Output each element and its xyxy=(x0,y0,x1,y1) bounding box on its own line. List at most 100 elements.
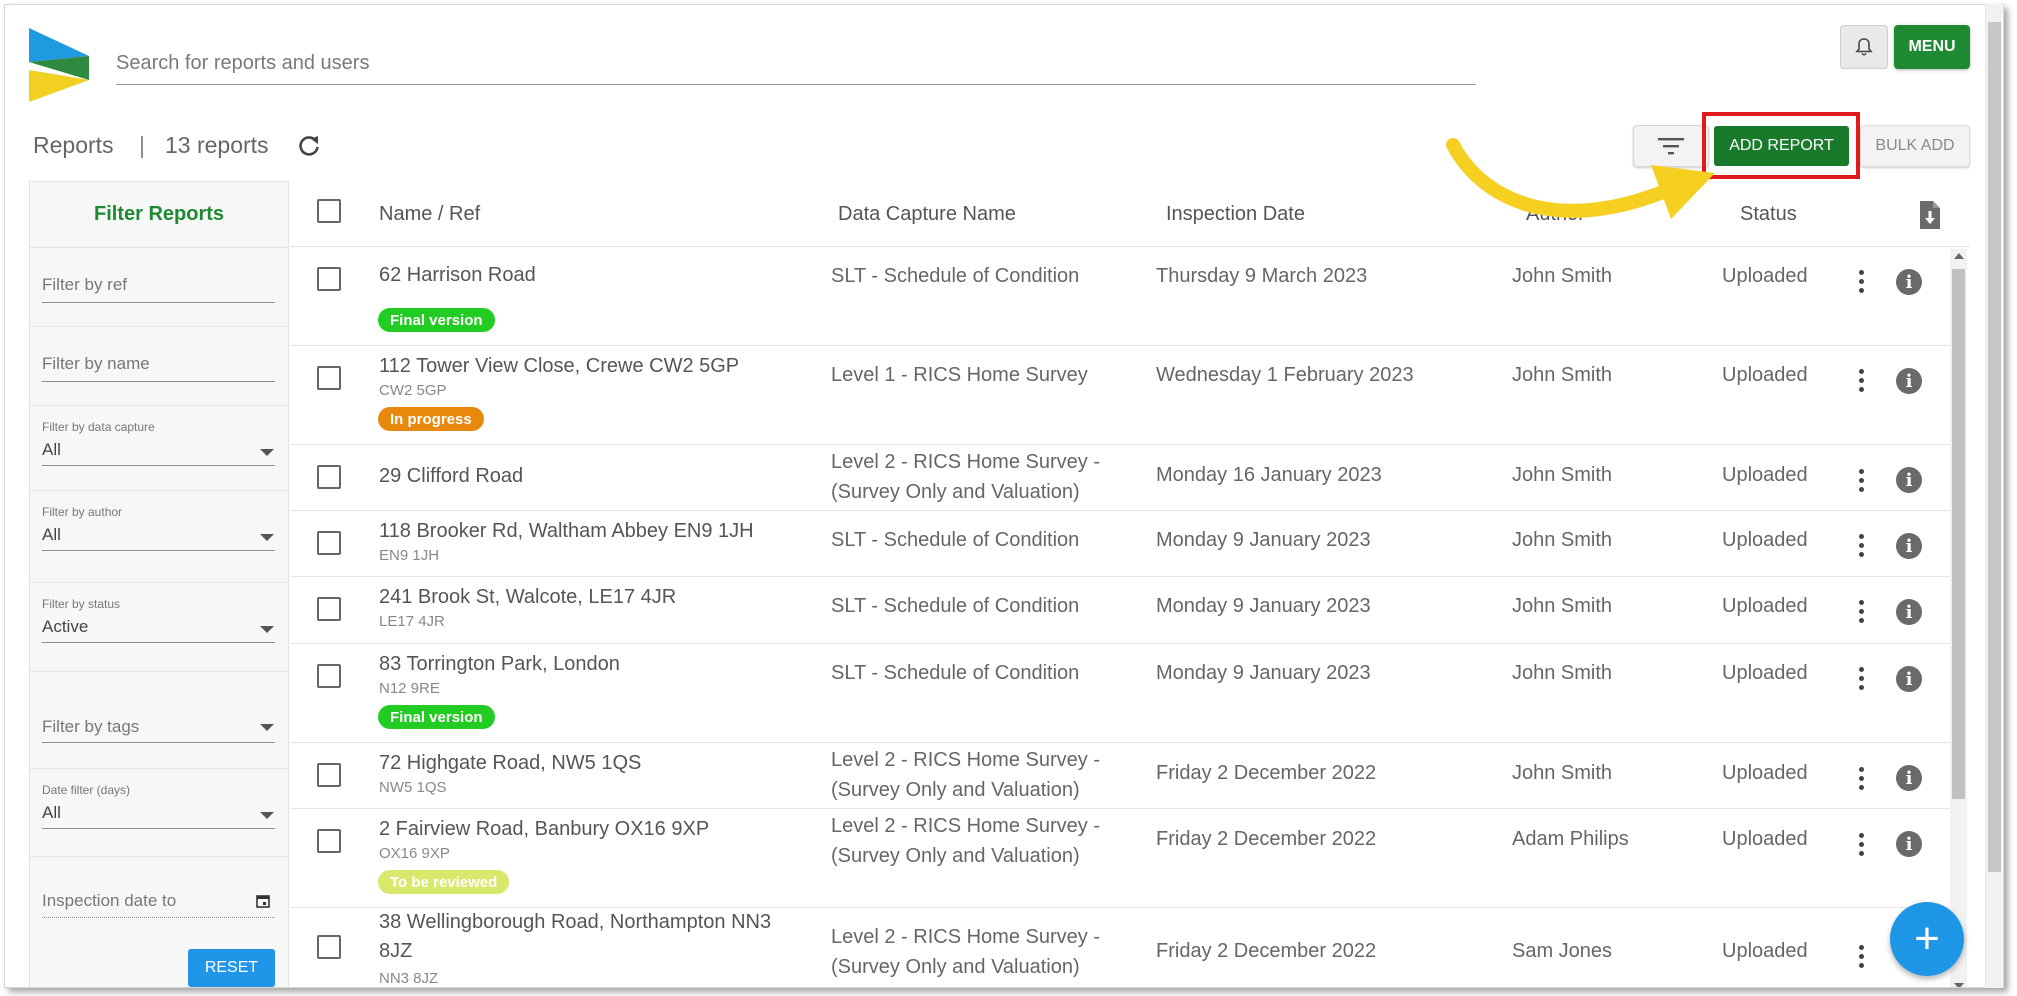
filter-date-underline xyxy=(42,828,275,829)
scroll-thumb[interactable] xyxy=(1952,269,1965,799)
table-row[interactable]: 118 Brooker Rd, Waltham Abbey EN9 1JH EN… xyxy=(290,511,1950,577)
info-icon[interactable]: i xyxy=(1896,533,1922,559)
download-icon[interactable] xyxy=(1918,200,1942,230)
report-name[interactable]: 2 Fairview Road, Banbury OX16 9XP xyxy=(379,815,799,844)
filter-author-label: Filter by author xyxy=(42,505,123,519)
info-icon[interactable]: i xyxy=(1896,269,1922,295)
more-options-icon[interactable] xyxy=(1857,767,1865,794)
filter-name-input[interactable]: Filter by name xyxy=(42,354,150,374)
filter-status-value[interactable]: Active xyxy=(42,617,88,637)
table-row[interactable]: 72 Highgate Road, NW5 1QS NW5 1QS Level … xyxy=(290,743,1950,809)
report-name[interactable]: 83 Torrington Park, London xyxy=(379,650,799,679)
report-status: Uploaded xyxy=(1722,595,1808,617)
report-name[interactable]: 38 Wellingborough Road, Northampton NN3 … xyxy=(379,908,799,966)
report-ref: OX16 9XP xyxy=(379,845,450,862)
report-name[interactable]: 241 Brook St, Walcote, LE17 4JR xyxy=(379,583,799,612)
row-checkbox[interactable] xyxy=(317,531,341,555)
scroll-down-arrow-icon[interactable] xyxy=(1954,983,1964,987)
filter-status-block[interactable]: Filter by status Active xyxy=(30,583,288,672)
select-all-checkbox[interactable] xyxy=(317,199,341,223)
more-options-icon[interactable] xyxy=(1857,469,1865,496)
report-name[interactable]: 62 Harrison Road xyxy=(379,261,799,290)
data-capture-name: SLT - Schedule of Condition xyxy=(831,265,1080,287)
more-options-icon[interactable] xyxy=(1857,369,1865,396)
report-ref: NN3 8JZ xyxy=(379,970,439,987)
table-row[interactable]: 241 Brook St, Walcote, LE17 4JR LE17 4JR… xyxy=(290,577,1950,644)
scroll-up-arrow-icon[interactable] xyxy=(1954,253,1964,259)
chevron-down-icon xyxy=(260,724,274,731)
filter-author-value[interactable]: All xyxy=(42,525,61,545)
report-name[interactable]: 112 Tower View Close, Crewe CW2 5GP xyxy=(379,352,799,381)
inspection-date-input[interactable]: Inspection date to xyxy=(42,891,176,911)
add-fab-button[interactable]: + xyxy=(1890,902,1964,976)
filter-tags-underline xyxy=(42,742,275,743)
column-header-status[interactable]: Status xyxy=(1740,203,1797,226)
row-checkbox[interactable] xyxy=(317,935,341,959)
row-checkbox[interactable] xyxy=(317,763,341,787)
filter-status-underline xyxy=(42,642,275,643)
filter-ref-input[interactable]: Filter by ref xyxy=(42,275,127,295)
report-name[interactable]: 72 Highgate Road, NW5 1QS xyxy=(379,749,799,778)
more-options-icon[interactable] xyxy=(1857,270,1865,297)
filter-data-capture-value[interactable]: All xyxy=(42,440,61,460)
inspection-date-block[interactable]: Inspection date to xyxy=(30,857,288,937)
data-capture-name: SLT - Schedule of Condition xyxy=(831,529,1080,551)
more-options-icon[interactable] xyxy=(1857,600,1865,627)
search-bar[interactable] xyxy=(116,43,1476,85)
more-options-icon[interactable] xyxy=(1857,534,1865,561)
window-scrollbar[interactable] xyxy=(1985,4,2002,988)
row-checkbox[interactable] xyxy=(317,267,341,291)
more-options-icon[interactable] xyxy=(1857,945,1865,972)
filter-tags-input[interactable]: Filter by tags xyxy=(42,717,139,737)
table-row[interactable]: 2 Fairview Road, Banbury OX16 9XP OX16 9… xyxy=(290,809,1950,908)
data-capture-name: Level 2 - RICS Home Survey - (Survey Onl… xyxy=(831,451,1100,503)
row-checkbox[interactable] xyxy=(317,465,341,489)
info-icon[interactable]: i xyxy=(1896,467,1922,493)
row-checkbox[interactable] xyxy=(317,366,341,390)
notifications-button[interactable] xyxy=(1840,25,1888,69)
column-header-inspection-date[interactable]: Inspection Date xyxy=(1166,203,1305,226)
menu-button[interactable]: MENU xyxy=(1894,25,1970,69)
info-icon[interactable]: i xyxy=(1896,831,1922,857)
column-header-author[interactable]: Author xyxy=(1526,203,1585,226)
inspection-date-underline xyxy=(42,917,275,918)
filter-date-block[interactable]: Date filter (days) All xyxy=(30,769,288,857)
inspection-date: Wednesday 1 February 2023 xyxy=(1156,364,1414,386)
info-icon[interactable]: i xyxy=(1896,368,1922,394)
row-checkbox[interactable] xyxy=(317,597,341,621)
search-input[interactable] xyxy=(116,43,1476,84)
refresh-icon[interactable] xyxy=(296,133,322,159)
report-name[interactable]: 29 Clifford Road xyxy=(379,462,799,491)
table-scrollbar[interactable] xyxy=(1950,249,1967,987)
window-scroll-thumb[interactable] xyxy=(1988,22,2001,872)
more-options-icon[interactable] xyxy=(1857,667,1865,694)
table-row[interactable]: 83 Torrington Park, London N12 9RE Final… xyxy=(290,644,1950,743)
row-checkbox[interactable] xyxy=(317,829,341,853)
info-icon[interactable]: i xyxy=(1896,599,1922,625)
table-row[interactable]: 38 Wellingborough Road, Northampton NN3 … xyxy=(290,908,1950,987)
filter-data-capture-block[interactable]: Filter by data capture All xyxy=(30,406,288,491)
table-row[interactable]: 62 Harrison Road Final version SLT - Sch… xyxy=(290,248,1950,346)
bulk-add-button[interactable]: BULK ADD xyxy=(1860,125,1970,167)
info-icon[interactable]: i xyxy=(1896,765,1922,791)
column-header-data-capture[interactable]: Data Capture Name xyxy=(838,203,1016,226)
table-row[interactable]: 112 Tower View Close, Crewe CW2 5GP CW2 … xyxy=(290,346,1950,445)
status-badge: Final version xyxy=(378,705,495,729)
status-badge: Final version xyxy=(378,308,495,332)
row-checkbox[interactable] xyxy=(317,664,341,688)
column-header-name[interactable]: Name / Ref xyxy=(379,203,480,226)
table-row[interactable]: 29 Clifford Road Level 2 - RICS Home Sur… xyxy=(290,445,1950,511)
reset-button[interactable]: RESET xyxy=(188,949,275,987)
page-title: Reports xyxy=(33,132,114,158)
filter-author-block[interactable]: Filter by author All xyxy=(30,491,288,583)
author-name: John Smith xyxy=(1512,464,1613,486)
info-icon[interactable]: i xyxy=(1896,666,1922,692)
filter-date-value[interactable]: All xyxy=(42,803,61,823)
report-ref: N12 9RE xyxy=(379,680,440,697)
more-options-icon[interactable] xyxy=(1857,833,1865,860)
filter-tags-block[interactable]: Filter by tags xyxy=(30,672,288,769)
calendar-icon[interactable] xyxy=(256,894,270,908)
report-name[interactable]: 118 Brooker Rd, Waltham Abbey EN9 1JH xyxy=(379,517,799,546)
filter-toggle-button[interactable] xyxy=(1633,125,1709,167)
author-name: John Smith xyxy=(1512,662,1613,684)
